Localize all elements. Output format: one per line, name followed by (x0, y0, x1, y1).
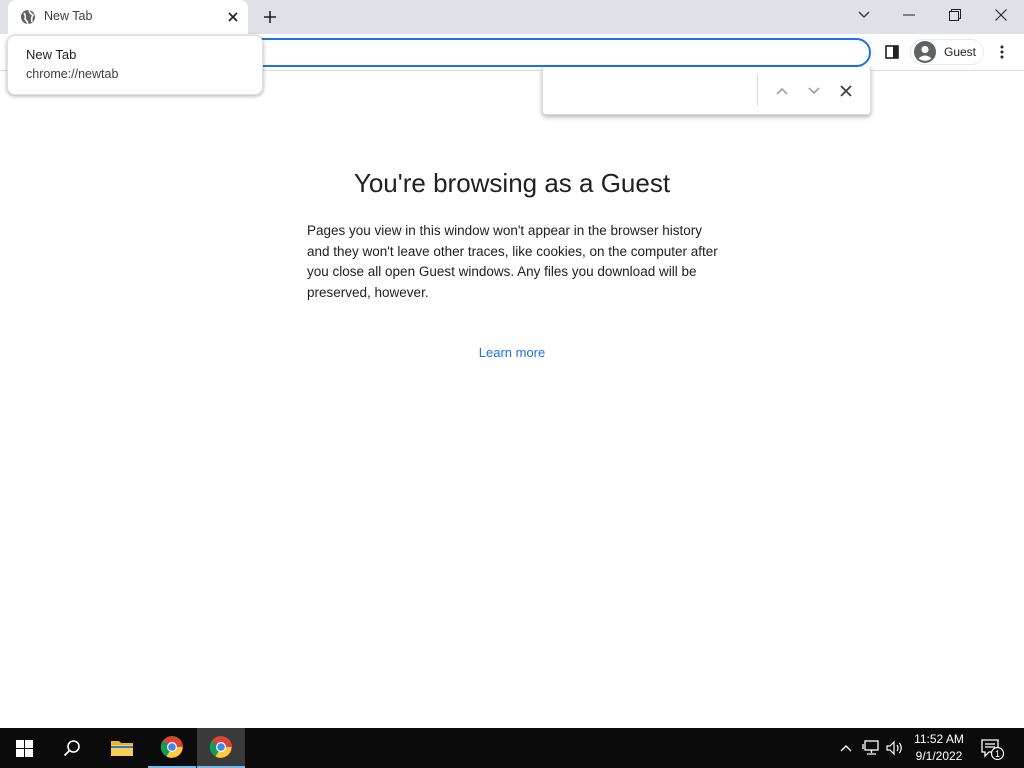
page-title: You're browsing as a Guest (353, 168, 671, 198)
chrome-icon[interactable] (148, 728, 196, 768)
new-tab-button[interactable] (258, 6, 282, 28)
window-close-button[interactable] (978, 0, 1024, 30)
profile-label: Guest (944, 45, 977, 59)
find-input[interactable] (551, 75, 751, 105)
tab-hover-card: New Tab chrome://newtab (7, 35, 263, 95)
notification-count: 1 (995, 749, 1000, 759)
more-menu-icon[interactable] (994, 40, 1010, 64)
clock-time: 11:52 AM (914, 732, 964, 746)
search-icon[interactable] (48, 728, 96, 768)
taskbar: 11:52 AM 9/1/2022 1 (0, 728, 1024, 768)
network-icon[interactable] (860, 738, 882, 758)
avatar-icon (914, 41, 936, 63)
tab-search-chevron-icon[interactable] (852, 5, 876, 25)
tab-title: New Tab (44, 9, 93, 23)
windows-start-icon[interactable] (0, 728, 48, 768)
guest-description: Pages you view in this window won't appe… (307, 223, 718, 300)
side-panel-icon[interactable] (880, 40, 904, 64)
minimize-button[interactable] (886, 0, 932, 30)
chevron-down-icon[interactable] (802, 79, 826, 103)
file-explorer-icon[interactable] (98, 728, 146, 768)
tray-chevron-up-icon[interactable] (836, 738, 856, 758)
tab-new-tab[interactable]: New Tab (8, 0, 248, 34)
volume-icon[interactable] (884, 738, 906, 758)
clock-date: 9/1/2022 (915, 749, 963, 763)
restore-button[interactable] (932, 0, 978, 30)
taskbar-clock[interactable]: 11:52 AM 9/1/2022 (908, 731, 970, 765)
tab-strip: New Tab (0, 0, 1024, 34)
profile-button[interactable]: Guest (910, 39, 984, 65)
globe-icon (20, 9, 36, 25)
address-bar[interactable] (200, 38, 871, 67)
find-divider (757, 74, 758, 106)
notification-icon[interactable]: 1 (978, 736, 1006, 762)
tab-close-icon[interactable] (224, 8, 242, 26)
hover-card-url: chrome://newtab (26, 67, 119, 81)
chevron-up-icon[interactable] (770, 79, 794, 103)
learn-more-link[interactable]: Learn more (0, 345, 1024, 360)
find-bar (542, 67, 871, 115)
hover-card-title: New Tab (26, 47, 77, 62)
close-icon[interactable] (834, 79, 858, 103)
chrome-icon[interactable] (197, 728, 245, 768)
